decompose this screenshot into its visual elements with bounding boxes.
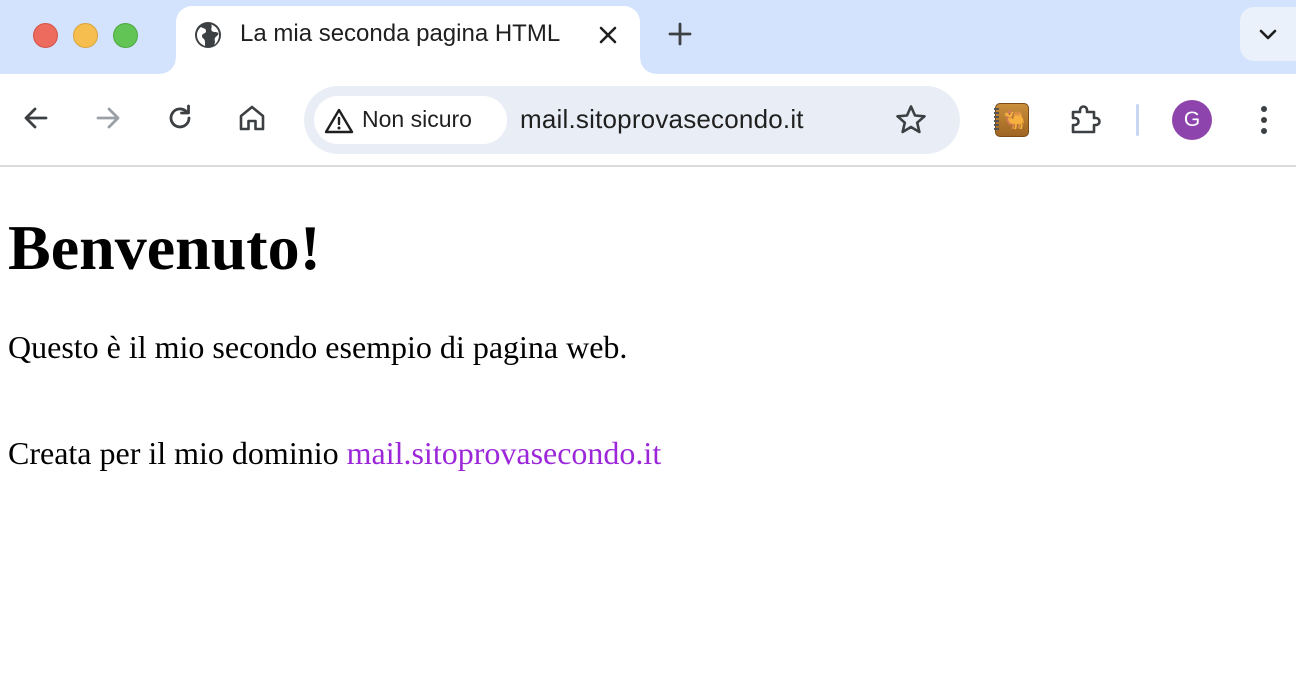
security-label: Non sicuro: [362, 106, 472, 132]
domain-link[interactable]: mail.sitoprovasecondo.it: [347, 435, 662, 471]
window-minimize-button[interactable]: [73, 23, 98, 48]
active-tab[interactable]: La mia seconda pagina HTML: [160, 6, 656, 74]
window-close-button[interactable]: [33, 23, 58, 48]
domain-paragraph: Creata per il mio dominio mail.sitoprova…: [8, 435, 661, 471]
intro-paragraph: Questo è il mio secondo esempio di pagin…: [8, 329, 628, 365]
domain-paragraph-prefix: Creata per il mio dominio: [8, 435, 347, 471]
window-zoom-button[interactable]: [113, 23, 138, 48]
address-bar[interactable]: Non sicuro mail.sitoprovasecondo.it: [304, 86, 960, 154]
back-arrow-icon[interactable]: [20, 102, 52, 134]
profile-avatar[interactable]: G: [1172, 100, 1212, 140]
site-info-chip[interactable]: Non sicuro: [314, 96, 507, 144]
camel-icon: 🐫: [1003, 110, 1026, 130]
more-menu-icon[interactable]: [1250, 102, 1278, 138]
new-tab-button[interactable]: [664, 18, 696, 50]
extensions-puzzle-icon[interactable]: [1067, 102, 1103, 138]
browser-toolbar: Non sicuro mail.sitoprovasecondo.it 🐫 G: [0, 74, 1296, 167]
page-heading: Benvenuto!: [8, 212, 321, 283]
globe-icon: [195, 22, 221, 48]
toolbar-separator: [1136, 104, 1139, 136]
url-text[interactable]: mail.sitoprovasecondo.it: [520, 104, 804, 135]
page-content: Benvenuto! Questo è il mio secondo esemp…: [0, 169, 1296, 698]
forward-arrow-icon[interactable]: [92, 102, 124, 134]
close-icon[interactable]: [596, 23, 620, 47]
bookmark-star-icon[interactable]: [894, 103, 928, 137]
warning-icon: [324, 108, 354, 134]
extension-notebook-icon[interactable]: 🐫: [994, 103, 1029, 137]
home-icon[interactable]: [236, 102, 268, 134]
chevron-down-icon: [1259, 29, 1277, 40]
notebook-spiral: [994, 108, 999, 132]
reload-icon[interactable]: [164, 102, 196, 134]
tab-strip: La mia seconda pagina HTML: [0, 0, 1296, 74]
tab-title: La mia seconda pagina HTML: [240, 20, 561, 47]
tab-search-button[interactable]: [1240, 7, 1296, 61]
